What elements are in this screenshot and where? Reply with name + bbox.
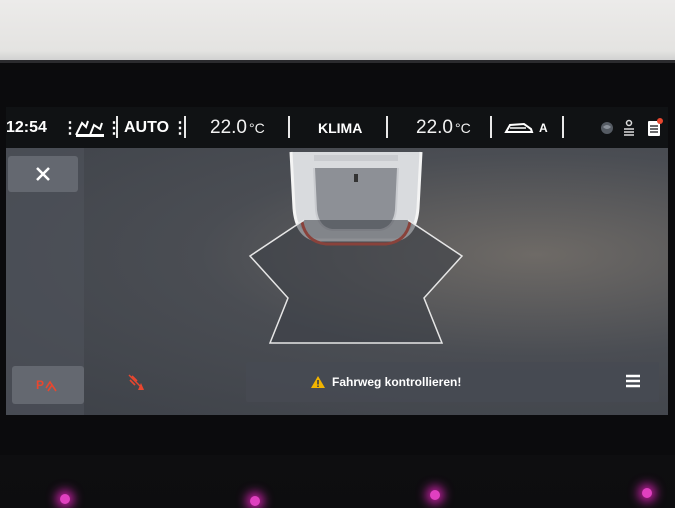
close-button[interactable] xyxy=(8,156,78,192)
temp-left[interactable]: 22.0 °C xyxy=(210,107,265,148)
sensor-off-icon[interactable] xyxy=(126,372,150,392)
ambient-light xyxy=(250,496,260,506)
car-air-mode-button[interactable]: A xyxy=(504,107,548,148)
park-distance-view: P Fahrweg kontrollieren! xyxy=(6,148,668,415)
separator xyxy=(490,116,492,138)
seat-heating-icon[interactable] xyxy=(72,107,108,148)
separator xyxy=(562,116,564,138)
klima-button[interactable]: KLIMA xyxy=(318,107,362,148)
ambient-light xyxy=(430,490,440,500)
close-icon xyxy=(36,167,50,181)
seat-heat-dots-right: ⋮ xyxy=(106,119,122,137)
car-mode-label: A xyxy=(539,120,548,135)
message: Fahrweg kontrollieren! xyxy=(310,362,461,402)
separator xyxy=(184,116,186,138)
menu-button[interactable] xyxy=(624,372,642,390)
temp-right-unit: °C xyxy=(454,119,471,136)
menu-icon xyxy=(626,374,640,388)
clock: 12:54 xyxy=(6,118,47,136)
ambient-light xyxy=(642,488,652,498)
ambient-light xyxy=(60,494,70,504)
auto-button[interactable]: AUTO xyxy=(124,107,169,148)
temp-left-value: 22.0 xyxy=(210,116,247,138)
park-assist-button[interactable]: P xyxy=(12,366,84,404)
notes-icon[interactable] xyxy=(646,107,664,148)
status-bar: 12:54 ⋮ ⋮ AUTO ⋮ 22.0 °C KLIMA 22.0 °C A xyxy=(6,107,668,148)
separator xyxy=(288,116,290,138)
temp-right[interactable]: 22.0 °C xyxy=(416,107,471,148)
infotainment-screen: 12:54 ⋮ ⋮ AUTO ⋮ 22.0 °C KLIMA 22.0 °C A… xyxy=(6,107,668,415)
warning-icon xyxy=(311,376,325,388)
separator xyxy=(116,116,118,138)
park-assist-icon: P xyxy=(36,378,57,392)
separator xyxy=(386,116,388,138)
temp-right-value: 22.0 xyxy=(416,116,453,138)
person-icon[interactable] xyxy=(622,107,636,148)
message-bar: Fahrweg kontrollieren! xyxy=(246,362,659,402)
parking-sensor-diagram xyxy=(248,151,464,344)
temp-left-unit: °C xyxy=(248,119,265,136)
car-airflow-icon xyxy=(504,122,534,133)
globe-icon[interactable] xyxy=(600,107,614,148)
message-text: Fahrweg kontrollieren! xyxy=(332,375,462,389)
svg-text:P: P xyxy=(36,378,44,392)
